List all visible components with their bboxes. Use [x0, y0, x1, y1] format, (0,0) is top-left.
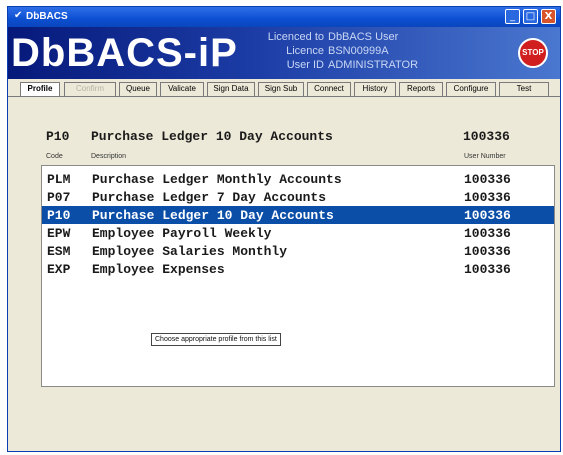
profile-user-number: 100336: [464, 244, 511, 259]
tab-queue[interactable]: Queue: [119, 82, 157, 96]
stop-button[interactable]: STOP: [518, 38, 548, 68]
brand-logo: DbBACS-iP: [11, 31, 238, 75]
list-item[interactable]: PLM Purchase Ledger Monthly Accounts 100…: [42, 170, 554, 188]
list-item[interactable]: ESM Employee Salaries Monthly 100336: [42, 242, 554, 260]
profile-description: Employee Payroll Weekly: [92, 226, 272, 241]
licence-value: BSN00999A: [328, 45, 389, 57]
column-header-user-number: User Number: [464, 153, 506, 160]
profile-description: Employee Salaries Monthly: [92, 244, 288, 259]
profile-user-number: 100336: [464, 190, 511, 205]
app-check-icon: ✔: [14, 10, 23, 21]
list-item-selected[interactable]: P10 Purchase Ledger 10 Day Accounts 1003…: [42, 206, 554, 224]
licence-labels: Licenced to Licence User ID: [254, 30, 324, 72]
profile-code: P10: [47, 208, 71, 223]
tab-divider: [8, 96, 560, 97]
profile-user-number: 100336: [464, 208, 511, 223]
tab-reports[interactable]: Reports: [399, 82, 443, 96]
profile-code: P07: [47, 190, 71, 205]
licence-label: Licence: [286, 45, 324, 57]
profile-list[interactable]: PLM Purchase Ledger Monthly Accounts 100…: [41, 165, 555, 387]
selected-profile-user-number: 100336: [463, 129, 510, 144]
tab-connect[interactable]: Connect: [307, 82, 351, 96]
list-item[interactable]: P07 Purchase Ledger 7 Day Accounts 10033…: [42, 188, 554, 206]
tab-validate[interactable]: Valicate: [160, 82, 204, 96]
profile-user-number: 100336: [464, 172, 511, 187]
hint-tooltip: Choose appropriate profile from this lis…: [151, 333, 281, 346]
profile-code: EPW: [47, 226, 71, 241]
user-id-value: ADMINISTRATOR: [328, 59, 419, 71]
maximize-button[interactable]: □: [523, 9, 538, 24]
profile-description: Employee Expenses: [92, 262, 225, 277]
tab-sign-data[interactable]: Sign Data: [207, 82, 255, 96]
list-item[interactable]: EPW Employee Payroll Weekly 100336: [42, 224, 554, 242]
licence-values: DbBACS User BSN00999A ADMINISTRATOR: [328, 30, 418, 72]
tab-configure[interactable]: Configure: [446, 82, 496, 96]
header-banner: DbBACS-iP Licenced to Licence User ID Db…: [8, 27, 560, 79]
tab-test[interactable]: Test: [499, 82, 549, 96]
tab-bar: Profile Confirm Queue Valicate Sign Data…: [20, 82, 560, 96]
profile-code: ESM: [47, 244, 71, 259]
profile-code: PLM: [47, 172, 71, 187]
profile-description: Purchase Ledger 7 Day Accounts: [92, 190, 327, 205]
window-title: DbBACS: [26, 11, 68, 22]
app-window: ✔ DbBACS _ □ X DbBACS-iP Licenced to Lic…: [7, 6, 561, 452]
tab-confirm[interactable]: Confirm: [64, 82, 116, 96]
tab-sign-sub[interactable]: Sign Sub: [258, 82, 304, 96]
selected-profile-code: P10: [46, 129, 70, 144]
column-header-description: Description: [91, 153, 127, 160]
minimize-button[interactable]: _: [505, 9, 520, 24]
tab-profile[interactable]: Profile: [20, 82, 60, 96]
profile-user-number: 100336: [464, 226, 511, 241]
close-button[interactable]: X: [541, 9, 556, 24]
licenced-to-value: DbBACS User: [328, 31, 399, 43]
user-id-label: User ID: [286, 59, 324, 71]
title-bar[interactable]: ✔ DbBACS _ □ X: [8, 7, 560, 27]
tab-history[interactable]: History: [354, 82, 396, 96]
column-header-code: Code: [46, 153, 63, 160]
list-item[interactable]: EXP Employee Expenses 100336: [42, 260, 554, 278]
profile-code: EXP: [47, 262, 71, 277]
selected-profile-description: Purchase Ledger 10 Day Accounts: [91, 129, 333, 144]
profile-description: Purchase Ledger 10 Day Accounts: [92, 208, 334, 223]
profile-user-number: 100336: [464, 262, 511, 277]
licenced-to-label: Licenced to: [267, 31, 324, 43]
profile-description: Purchase Ledger Monthly Accounts: [92, 172, 342, 187]
